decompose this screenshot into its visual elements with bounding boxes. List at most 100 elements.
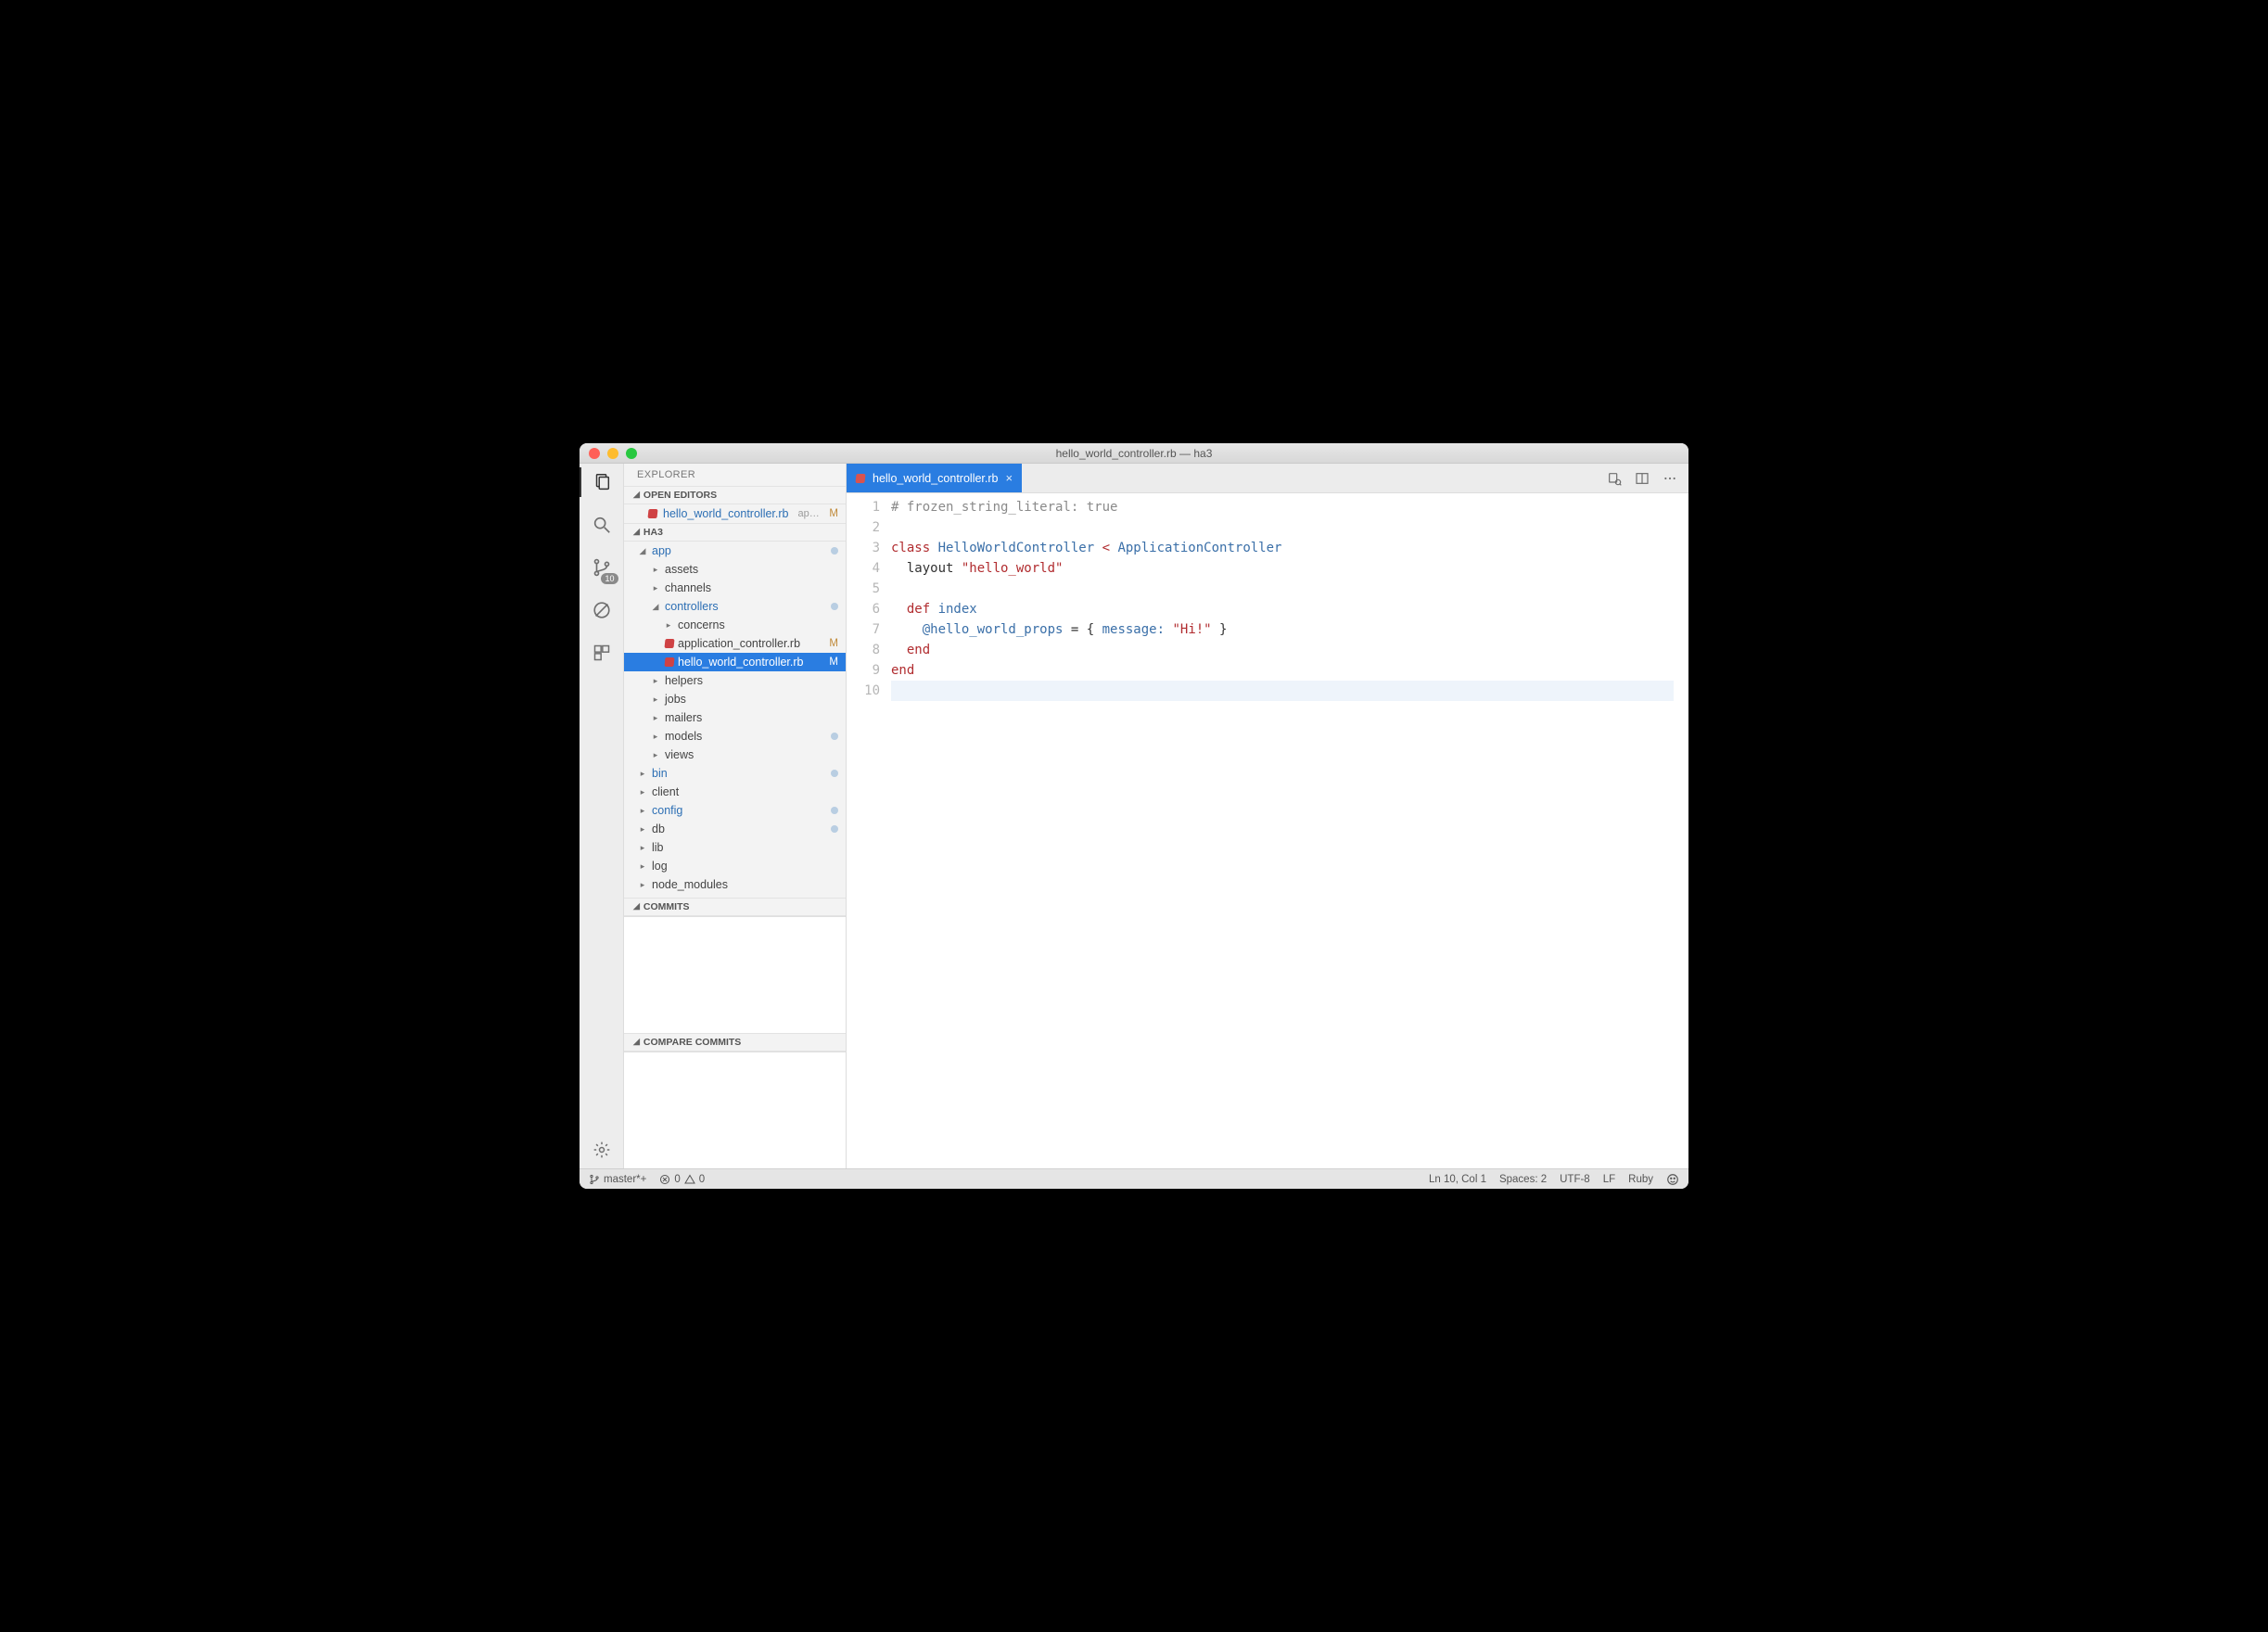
explorer-activity-button[interactable] [589,469,615,495]
chevron-right-icon: ▸ [637,824,648,835]
tree-folder[interactable]: ◢app [624,542,846,560]
open-editors-label: OPEN EDITORS [643,490,717,501]
tree-folder[interactable]: ▸concerns [624,616,846,634]
tree-folder[interactable]: ▸db [624,820,846,838]
code-line[interactable]: class HelloWorldController < Application… [891,538,1674,558]
tree-folder[interactable]: ▸bin [624,764,846,783]
tree-folder[interactable]: ▸helpers [624,671,846,690]
close-window-button[interactable] [589,448,600,459]
modified-badge: M [829,508,838,519]
search-icon [592,515,612,535]
tree-item-label: views [665,748,694,761]
tree-item-label: lib [652,841,664,854]
tree-item-label: controllers [665,600,719,613]
encoding[interactable]: UTF-8 [1560,1174,1590,1185]
warnings-count: 0 [699,1174,705,1185]
ruby-file-icon [664,657,674,667]
tree-folder[interactable]: ▸log [624,857,846,875]
debug-activity-button[interactable] [589,597,615,623]
commits-header[interactable]: ◢ COMMITS [624,898,846,916]
tree-item-label: hello_world_controller.rb [678,656,804,669]
no-bug-icon [592,600,612,620]
eol[interactable]: LF [1603,1174,1615,1185]
compare-commits-panel [624,1052,846,1168]
branch-status[interactable]: master*+ [589,1174,646,1185]
code-line[interactable]: end [891,640,1674,660]
tab-title: hello_world_controller.rb [873,472,999,485]
language-mode[interactable]: Ruby [1628,1174,1653,1185]
tree-folder[interactable]: ▸channels [624,579,846,597]
ruby-file-icon [855,474,865,483]
indentation[interactable]: Spaces: 2 [1499,1174,1547,1185]
file-tree: ◢app▸assets▸channels◢controllers▸concern… [624,542,846,898]
activity-bar: 10 [580,464,624,1168]
split-editor-button[interactable] [1635,471,1650,486]
tree-folder[interactable]: ▸ lib [624,838,846,857]
code-area[interactable]: 12345678910 # frozen_string_literal: tru… [847,493,1688,1168]
open-editors-list: hello_world_controller.rb ap… M [624,504,846,523]
compare-commits-header[interactable]: ◢ COMPARE COMMITS [624,1033,846,1052]
code-line[interactable]: layout "hello_world" [891,558,1674,579]
project-label: HA3 [643,527,663,538]
open-editor-path: ap… [798,508,820,519]
tree-file[interactable]: hello_world_controller.rb M [624,653,846,671]
line-number: 7 [847,619,880,640]
tree-folder[interactable]: ▸ client [624,783,846,801]
minimize-window-button[interactable] [607,448,618,459]
more-actions-button[interactable] [1663,471,1677,486]
tree-item-label: mailers [665,711,702,724]
tree-item-label: bin [652,767,668,780]
settings-gear-button[interactable] [589,1137,615,1163]
code-line[interactable] [891,517,1674,538]
code-line[interactable]: end [891,660,1674,681]
maximize-window-button[interactable] [626,448,637,459]
code-line[interactable]: # frozen_string_literal: true [891,497,1674,517]
code-lines[interactable]: # frozen_string_literal: true class Hello… [891,493,1674,1168]
open-editor-name: hello_world_controller.rb [663,507,789,520]
chevron-right-icon: ▸ [650,713,661,723]
tree-item-label: assets [665,563,698,576]
source-control-activity-button[interactable]: 10 [589,555,615,580]
search-activity-button[interactable] [589,512,615,538]
problems-status[interactable]: 0 0 [659,1174,705,1185]
open-editors-header[interactable]: ◢ OPEN EDITORS [624,486,846,504]
tree-folder[interactable]: ▸jobs [624,690,846,708]
extensions-activity-button[interactable] [589,640,615,666]
chevron-right-icon: ▸ [637,806,648,816]
chevron-down-icon: ◢ [633,901,640,912]
code-line[interactable]: def index [891,599,1674,619]
tree-folder[interactable]: ▸models [624,727,846,746]
code-line[interactable] [891,681,1674,701]
compare-changes-button[interactable] [1607,471,1622,486]
minimap[interactable] [1674,493,1688,1168]
chevron-down-icon: ◢ [633,527,640,537]
tree-folder[interactable]: ▸ mailers [624,708,846,727]
open-editor-item[interactable]: hello_world_controller.rb ap… M [624,504,846,523]
tree-folder[interactable]: ▸config [624,801,846,820]
feedback-button[interactable] [1666,1173,1679,1186]
chevron-right-icon: ▸ [637,843,648,853]
tree-folder[interactable]: ◢controllers [624,597,846,616]
tree-folder[interactable]: ▸assets [624,560,846,579]
line-number: 8 [847,640,880,660]
line-number: 1 [847,497,880,517]
tree-item-label: client [652,785,679,798]
chevron-right-icon: ▸ [637,787,648,797]
project-header[interactable]: ◢ HA3 [624,523,846,542]
ellipsis-icon [1663,471,1677,486]
tree-folder[interactable]: ▸node_modules [624,875,846,894]
modified-badge: M [829,657,838,668]
tree-folder[interactable]: ▸ views [624,746,846,764]
editor-tab-active[interactable]: hello_world_controller.rb × [847,464,1022,492]
close-tab-button[interactable]: × [1006,471,1013,485]
tab-bar: hello_world_controller.rb × [847,464,1688,493]
sidebar: EXPLORER ◢ OPEN EDITORS hello_world_cont… [624,464,847,1168]
cursor-position[interactable]: Ln 10, Col 1 [1429,1174,1486,1185]
chevron-right-icon: ▸ [650,750,661,760]
smiley-icon [1666,1173,1679,1186]
tree-file[interactable]: application_controller.rbM [624,634,846,653]
code-line[interactable]: @hello_world_props = { message: "Hi!" } [891,619,1674,640]
editor: hello_world_controller.rb × [847,464,1688,1168]
code-line[interactable] [891,579,1674,599]
line-number: 3 [847,538,880,558]
